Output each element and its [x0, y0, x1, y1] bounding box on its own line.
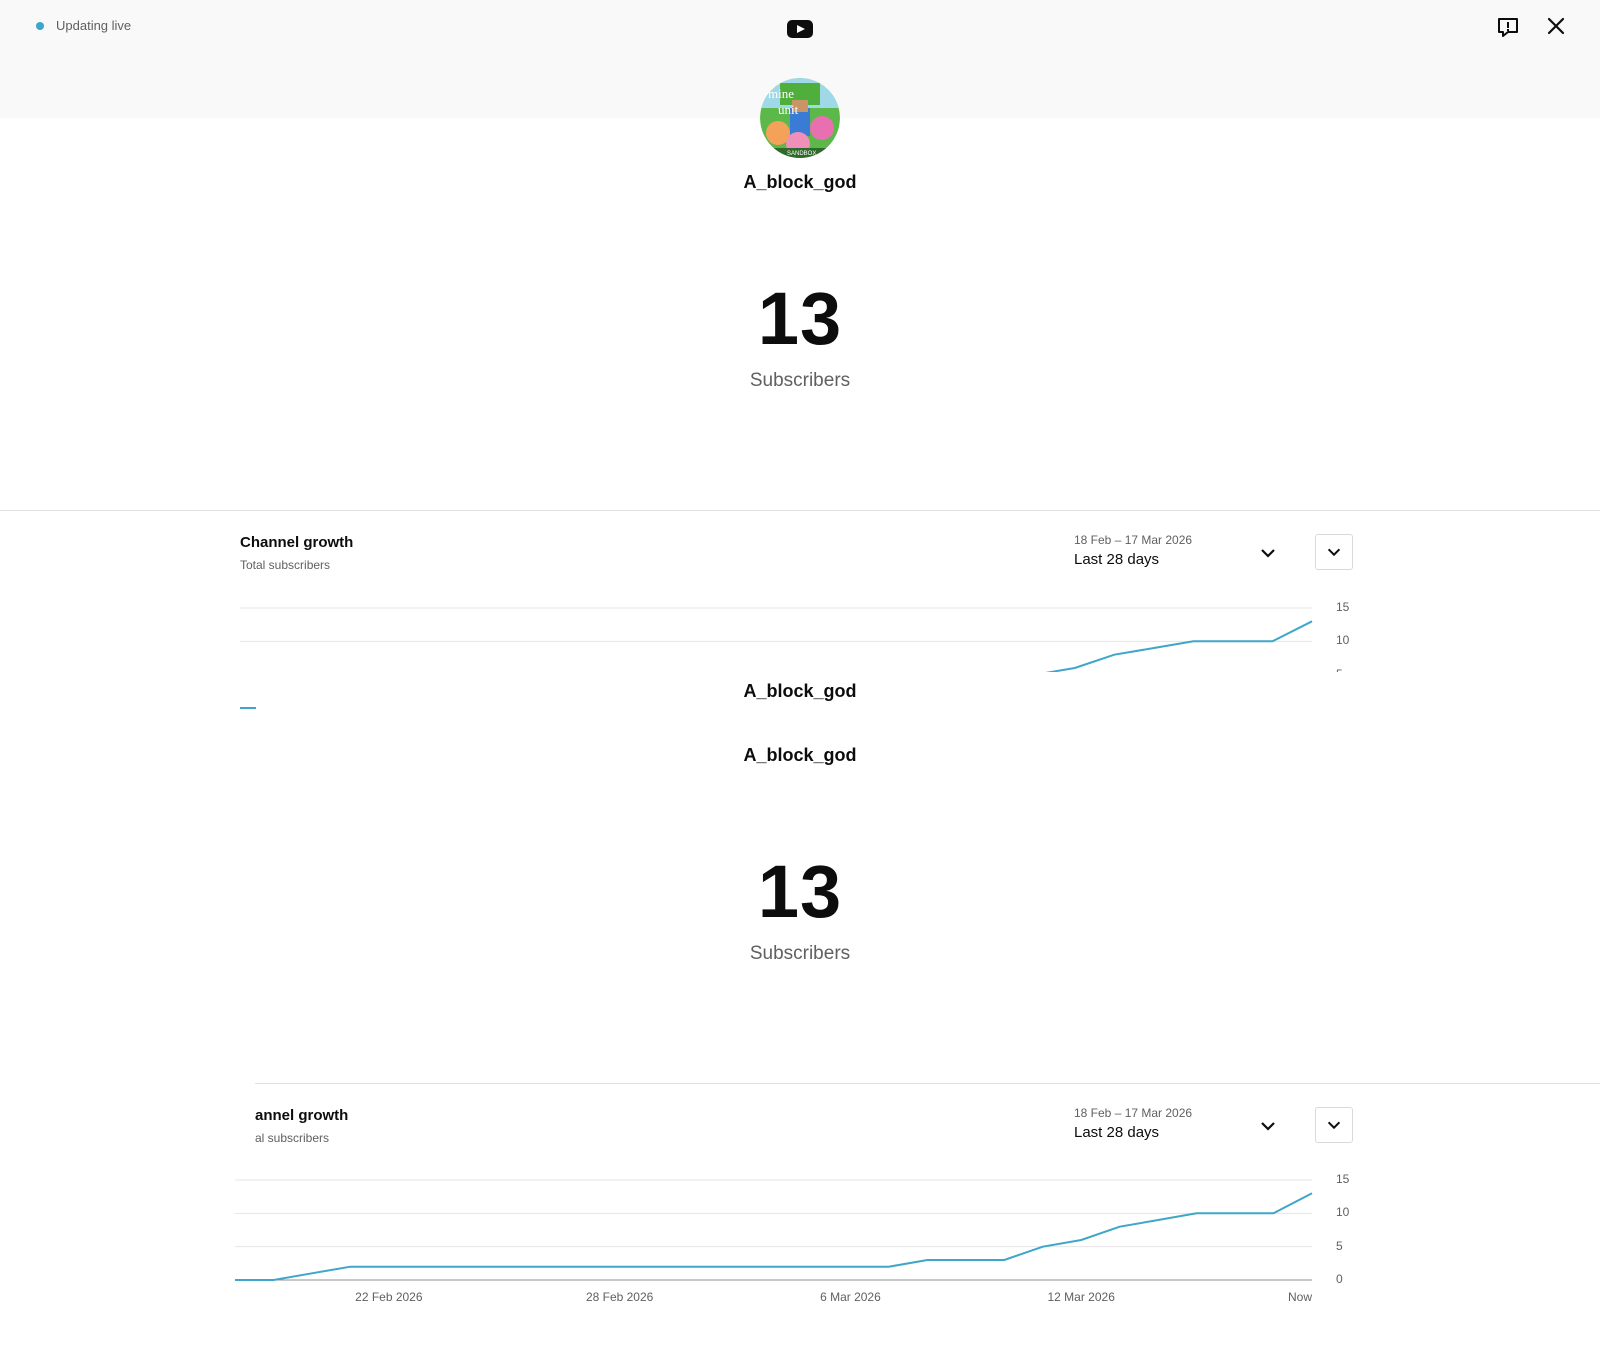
channel-avatar: mine unit SANDBOX [760, 78, 840, 158]
card-subtitle-2: al subscribers [255, 1131, 330, 1145]
live-status: Updating live [36, 18, 131, 33]
expand-button[interactable] [1315, 534, 1353, 570]
chevron-down-icon [1327, 1121, 1341, 1130]
y-tick-label: 0 [1336, 1272, 1343, 1286]
series-line [1045, 620, 1313, 672]
y-tick-label: 15 [1336, 600, 1350, 614]
svg-text:SANDBOX: SANDBOX [787, 151, 816, 157]
subscriber-label-repeat: Subscribers [749, 943, 851, 964]
card-subtitle: Total subscribers [240, 558, 331, 572]
y-tick-label: 5 [1336, 667, 1343, 672]
x-tick-label: 12 Mar 2026 [1047, 1290, 1115, 1304]
live-status-label: Updating live [56, 18, 132, 33]
subscriber-chart: 15 10 5 0 22 Feb 2026 28 Feb 2026 6 Mar 2026 12… [235, 1170, 1355, 1310]
close-button[interactable] [1540, 10, 1572, 42]
x-tick-label: 28 Feb 2026 [585, 1290, 654, 1304]
feedback-icon [1498, 18, 1518, 37]
y-tick-label: 10 [1336, 1205, 1350, 1220]
subscriber-count: 13 [757, 277, 843, 360]
expand-button-2[interactable] [1315, 1107, 1353, 1143]
chevron-down-icon [1327, 548, 1341, 557]
y-tick-label: 5 [1336, 1238, 1343, 1253]
channel-name: A_block_god [743, 172, 857, 192]
chevron-down-icon[interactable] [1258, 543, 1278, 563]
chevron-down-icon[interactable] [1258, 1116, 1278, 1136]
card-title: Channel growth [240, 534, 354, 551]
x-tick-label: 6 Mar 2026 [820, 1290, 881, 1304]
live-indicator-dot [36, 21, 44, 30]
subscriber-chart-partial: 151050 [240, 598, 1352, 672]
feedback-button[interactable] [1492, 12, 1524, 44]
x-tick-label: 22 Feb 2026 [355, 1290, 423, 1304]
y-tick-label: 15 [1336, 1172, 1350, 1186]
date-range-dates-2: 18 Feb – 17 Mar 2026 [1074, 1106, 1193, 1120]
date-range-dates: 18 Feb – 17 Mar 2026 [1074, 533, 1193, 547]
legend-swatch [240, 707, 256, 709]
svg-text:unit: unit [778, 102, 799, 117]
y-tick-label: 10 [1336, 633, 1350, 648]
series-line [235, 1192, 1313, 1281]
svg-text:mine: mine [768, 86, 794, 101]
x-tick-label: Now [1287, 1290, 1312, 1304]
close-icon [1547, 17, 1565, 35]
date-range-label[interactable]: Last 28 days [1074, 551, 1159, 568]
subscriber-count-repeat: 13 [757, 850, 843, 933]
chart-svg [240, 607, 1313, 672]
date-range-label-2[interactable]: Last 28 days [1074, 1124, 1159, 1141]
channel-name-repeat: A_block_god [743, 745, 857, 765]
subscriber-label: Subscribers [749, 370, 851, 391]
chart-svg [235, 1179, 1313, 1281]
card-title-2: annel growth [255, 1107, 349, 1124]
section-divider [0, 510, 1600, 511]
youtube-logo-icon [787, 20, 813, 38]
section-divider-2 [255, 1083, 1600, 1084]
channel-name-overlay: A_block_god [743, 681, 857, 701]
